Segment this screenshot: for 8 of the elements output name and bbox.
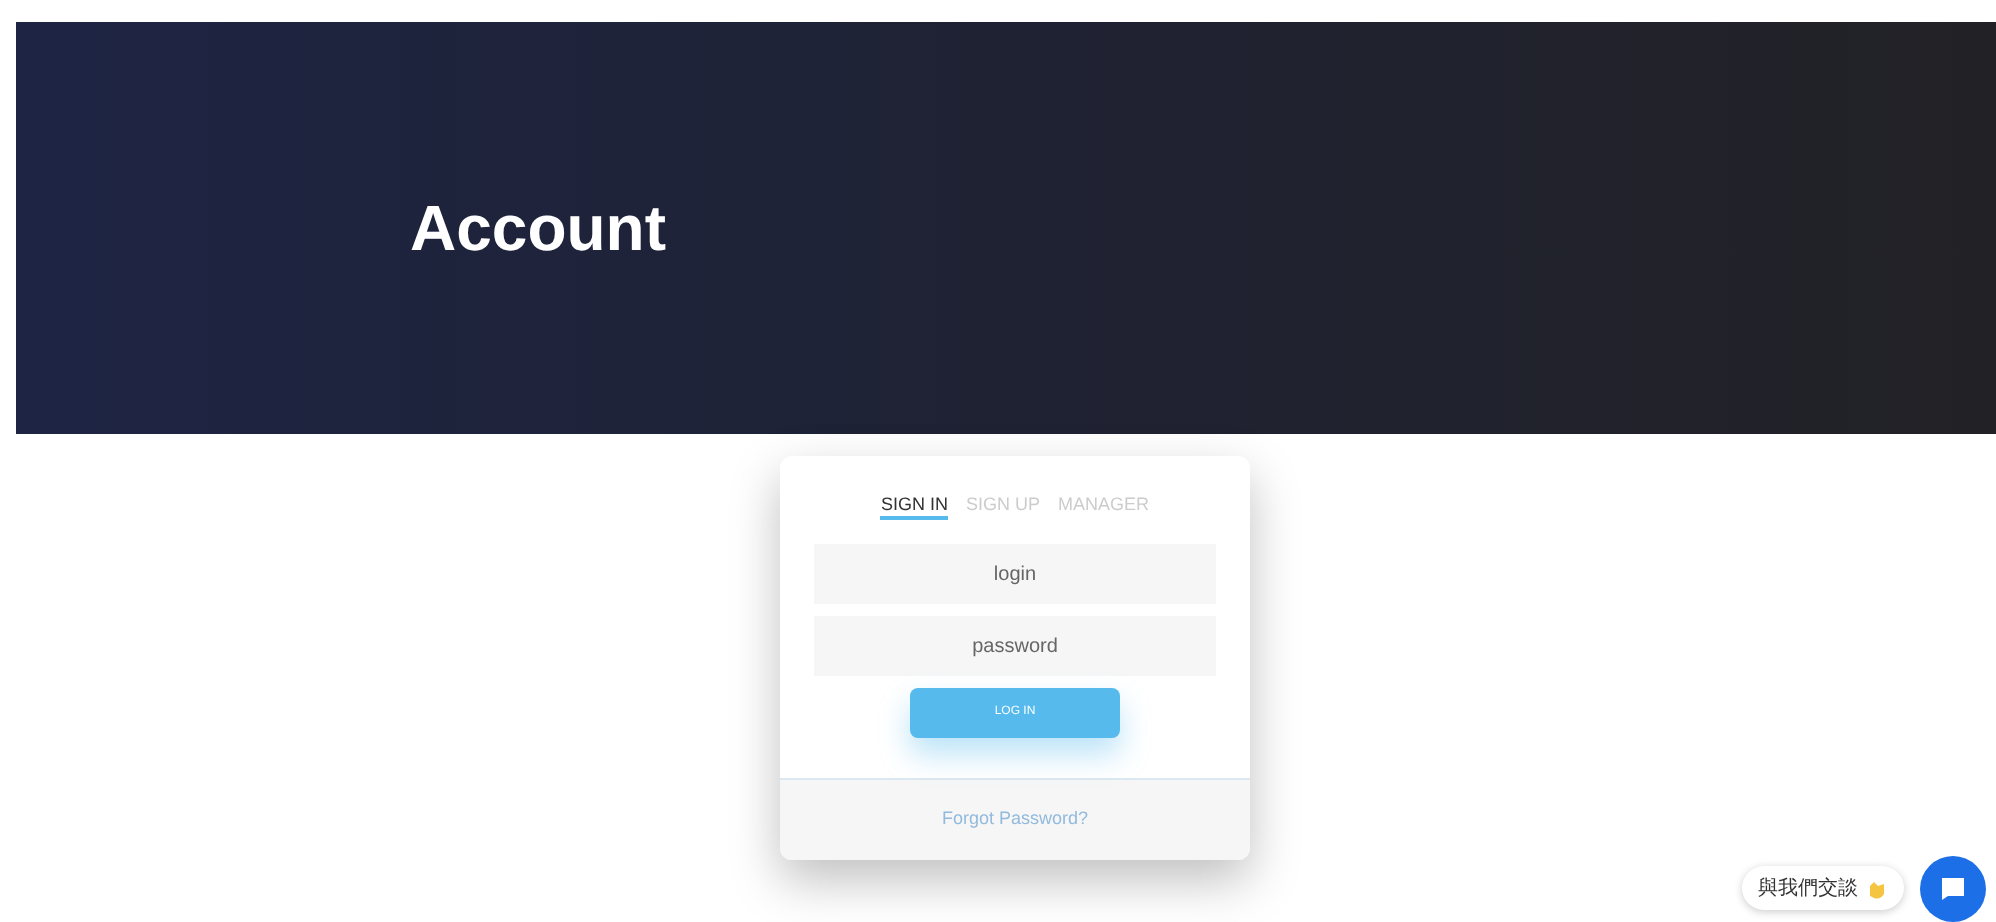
chat-icon: [1940, 876, 1966, 902]
input-field[interactable]: password: [814, 616, 1216, 676]
page-title: Account: [410, 190, 666, 268]
tab[interactable]: SIGN IN: [880, 492, 948, 520]
chat-button[interactable]: [1920, 856, 1986, 922]
input-field[interactable]: login: [814, 544, 1216, 604]
forgot-password-link[interactable]: Forgot Password?: [941, 806, 1089, 834]
chat-label[interactable]: 與我們交談: [1758, 873, 1858, 903]
